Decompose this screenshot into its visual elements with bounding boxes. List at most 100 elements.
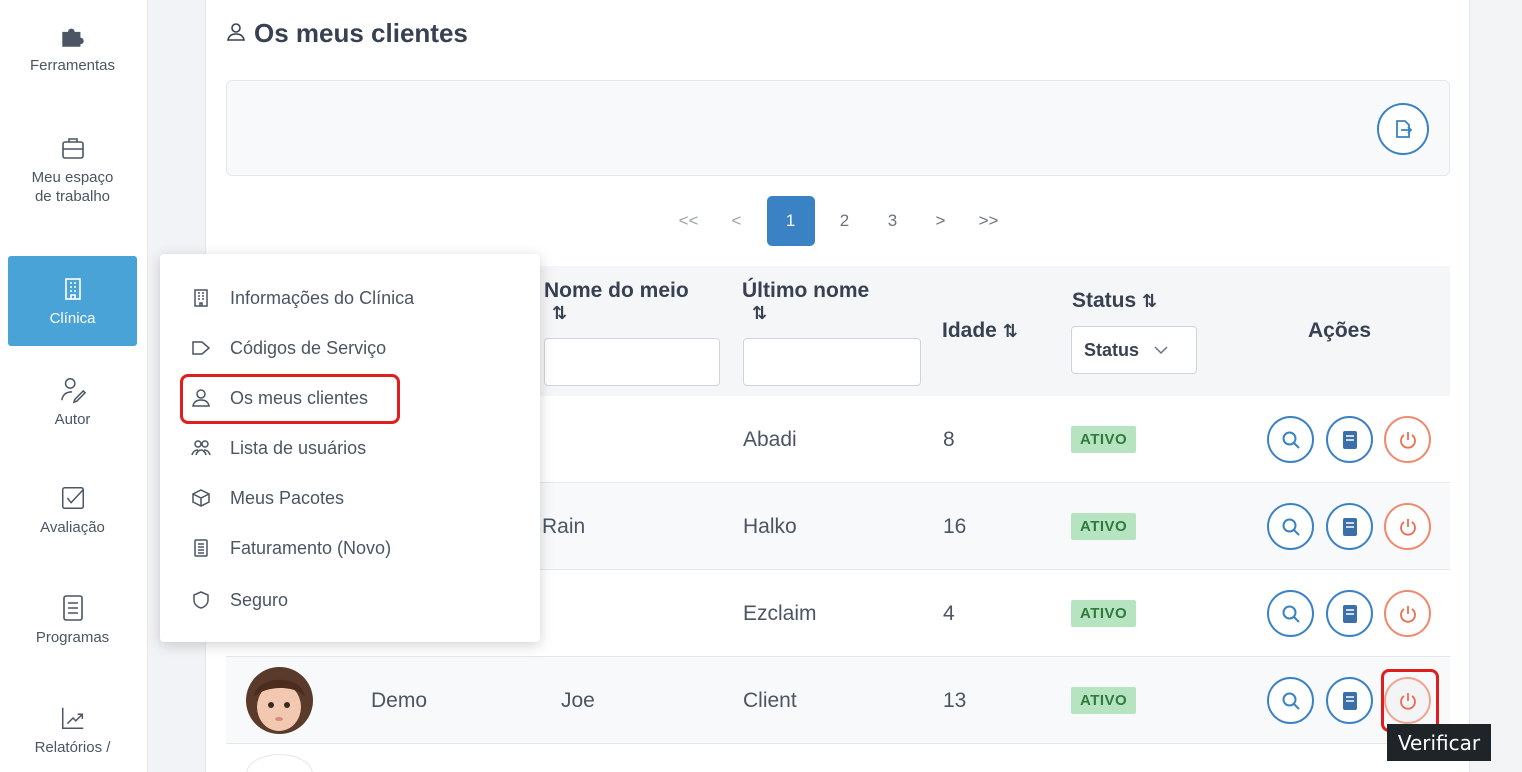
users-icon [190,437,212,459]
col-actions: Ações [1308,319,1372,342]
sidebar-item-clinica[interactable]: Clínica [8,256,137,346]
sort-icon: ⇅ [1142,291,1158,311]
document-icon [59,594,87,622]
toolbar [226,80,1450,176]
last-name-cell: Ezclaim [743,601,817,625]
sidebar-item-programas[interactable]: Programas [8,594,137,666]
avatar [246,667,313,734]
user-pen-icon [59,376,87,404]
sidebar-item-label: Ferramentas [29,57,116,74]
last-name-cell: Abadi [743,427,797,451]
col-middle-name[interactable]: Nome do meio ⇅ [544,280,689,324]
first-page-button[interactable]: << [671,196,707,246]
menu-item-billing[interactable]: Faturamento (Novo) [190,530,391,566]
notebook-icon [1342,430,1357,449]
view-button[interactable] [1267,590,1314,637]
briefcase-icon [59,134,87,162]
sidebar-item-label: Relatórios / [34,739,111,756]
sort-icon: ⇅ [1002,321,1018,341]
chevron-down-icon [1154,346,1168,355]
power-icon [1399,605,1416,623]
pagination: << < 1 2 3 > >> [206,196,1471,246]
age-cell: 4 [943,601,955,625]
sidebar-item-autor[interactable]: Autor [8,376,137,446]
power-icon [1399,431,1416,449]
sort-icon: ⇅ [752,303,768,323]
page-background [1471,0,1522,772]
prev-page-button[interactable]: < [719,196,755,246]
table-row[interactable] [226,744,1450,772]
building-icon [59,275,87,303]
deactivate-button[interactable] [1384,503,1431,550]
power-icon [1399,518,1416,536]
middle-name-cell: Rain [542,514,586,538]
sidebar-item-label: Programas [35,629,110,646]
deactivate-button[interactable] [1384,416,1431,463]
sidebar-item-relatorios[interactable]: Relatórios / [8,704,137,772]
status-badge: ATIVO [1071,687,1137,714]
status-badge: ATIVO [1071,426,1137,453]
sidebar-item-ferramentas[interactable]: Ferramentas [8,22,137,102]
avatar [246,754,313,772]
highlight-box [1381,669,1439,732]
clinic-submenu: Informações do Clínica Códigos de Serviç… [160,254,540,642]
menu-item-clinic-info[interactable]: Informações do Clínica [190,280,414,316]
view-button[interactable] [1267,677,1314,724]
middle-name-cell: Joe [561,688,595,712]
receipt-icon [190,537,212,559]
search-icon [1282,692,1300,710]
deactivate-button[interactable] [1384,590,1431,637]
last-name-filter[interactable] [743,338,921,386]
notes-button[interactable] [1326,416,1373,463]
notebook-icon [1342,604,1357,623]
menu-item-insurance[interactable]: Seguro [190,582,288,618]
shield-icon [190,589,212,611]
first-name-cell: Demo [371,688,428,712]
status-badge: ATIVO [1071,513,1137,540]
middle-name-filter[interactable] [544,338,720,386]
page-title: Os meus clientes [226,18,468,49]
last-name-cell: Client [743,688,797,712]
checkbox-icon [59,484,87,512]
menu-item-service-codes[interactable]: Códigos de Serviço [190,330,386,366]
table-row[interactable]: Demo Joe Client 13 ATIVO [226,657,1450,744]
menu-item-user-list[interactable]: Lista de usuários [190,430,366,466]
sidebar-item-label: Avaliação [40,519,105,536]
notebook-icon [1342,517,1357,536]
sort-icon: ⇅ [552,303,568,323]
notes-button[interactable] [1326,503,1373,550]
status-badge: ATIVO [1071,600,1137,627]
search-icon [1282,605,1300,623]
notes-button[interactable] [1326,677,1373,724]
page-button-2[interactable]: 2 [827,196,863,246]
tooltip: Verificar [1387,724,1491,761]
notebook-icon [1342,691,1357,710]
status-filter-select[interactable]: Status [1071,326,1197,374]
sidebar: Ferramentas Meu espaço de trabalho Clíni… [0,0,148,772]
sidebar-item-avaliacao[interactable]: Avaliação [8,484,137,556]
menu-item-packages[interactable]: Meus Pacotes [190,480,344,516]
export-icon [1396,120,1413,138]
col-age[interactable]: Idade ⇅ [942,320,1018,342]
sidebar-item-label: Meu espaço de trabalho [31,169,114,205]
view-button[interactable] [1267,416,1314,463]
tag-icon [190,337,212,359]
page-button-1[interactable]: 1 [766,196,815,246]
chart-icon [59,704,87,732]
col-status[interactable]: Status ⇅ [1072,290,1157,312]
sidebar-item-workspace[interactable]: Meu espaço de trabalho [8,134,137,234]
export-button[interactable] [1377,103,1429,155]
search-icon [1282,518,1300,536]
puzzle-icon [59,22,87,50]
next-page-button[interactable]: > [923,196,959,246]
last-page-button[interactable]: >> [971,196,1007,246]
age-cell: 8 [943,427,955,451]
last-name-cell: Halko [743,514,797,538]
col-last-name[interactable]: Último nome ⇅ [742,280,869,324]
notes-button[interactable] [1326,590,1373,637]
highlight-box [180,374,400,424]
page-button-3[interactable]: 3 [875,196,911,246]
view-button[interactable] [1267,503,1314,550]
box-icon [190,487,212,509]
age-cell: 13 [943,688,967,712]
